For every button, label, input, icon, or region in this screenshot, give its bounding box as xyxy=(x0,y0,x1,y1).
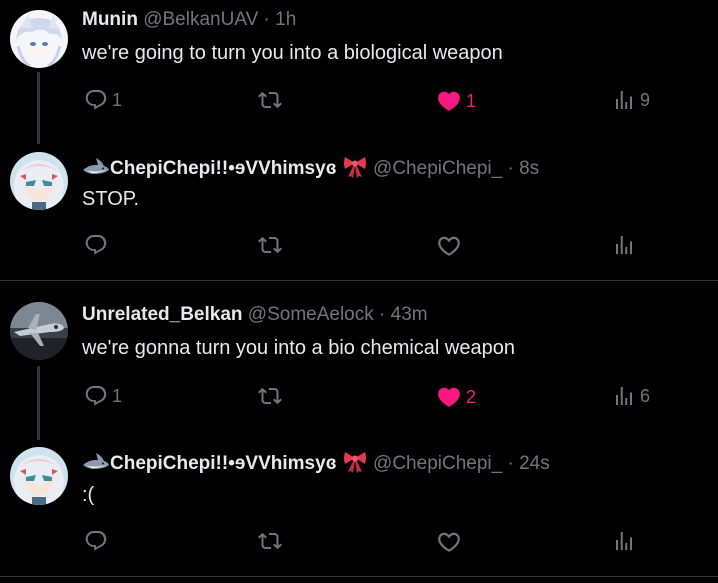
retweet-icon xyxy=(258,236,282,254)
timestamp[interactable]: 24s xyxy=(519,453,550,474)
views-icon xyxy=(616,236,632,254)
timestamp[interactable]: 43m xyxy=(391,304,428,325)
thread-line xyxy=(37,366,40,440)
like-count: 2 xyxy=(466,386,477,407)
reply-button[interactable]: 1 xyxy=(84,88,122,112)
reply-icon xyxy=(85,386,107,406)
avatar[interactable] xyxy=(10,10,68,68)
views-icon xyxy=(616,91,632,109)
avatar-image xyxy=(10,152,68,210)
reply-icon xyxy=(85,90,107,110)
like-count: 1 xyxy=(466,90,477,111)
like-button[interactable] xyxy=(436,233,462,259)
views-button[interactable]: 6 xyxy=(612,384,650,408)
shark-icon xyxy=(82,156,110,185)
avatar-image xyxy=(10,10,68,68)
avatar-image xyxy=(10,302,68,360)
reply-button[interactable] xyxy=(84,529,108,553)
tweet-text: we're gonna turn you into a bio chemical… xyxy=(82,337,515,359)
ribbon-icon xyxy=(342,449,368,480)
heart-filled-icon xyxy=(438,387,460,407)
ribbon-icon xyxy=(342,154,368,185)
reply-icon xyxy=(85,235,107,255)
user-handle[interactable]: @ChepiChepi_ xyxy=(373,158,502,179)
reply-count: 1 xyxy=(112,385,123,406)
display-name[interactable]: ChepiChepi!!•ɘVVhimsyɞ xyxy=(110,158,336,179)
avatar[interactable] xyxy=(10,152,68,210)
display-name[interactable]: Unrelated_Belkan xyxy=(82,304,243,325)
view-count: 6 xyxy=(640,385,651,406)
like-button[interactable]: 2 xyxy=(436,384,476,410)
heart-filled-icon xyxy=(438,91,460,111)
display-name[interactable]: ChepiChepi!!•ɘVVhimsyɞ xyxy=(110,453,336,474)
thread-divider xyxy=(0,280,718,281)
retweet-button[interactable] xyxy=(258,384,282,408)
user-handle[interactable]: @SomeAelock xyxy=(248,304,374,325)
reply-count: 1 xyxy=(112,89,123,110)
retweet-button[interactable] xyxy=(258,233,282,257)
timestamp[interactable]: 1h xyxy=(275,9,296,30)
tweet-text: we're going to turn you into a biologica… xyxy=(82,42,503,64)
user-handle[interactable]: @ChepiChepi_ xyxy=(373,453,502,474)
heart-outline-icon xyxy=(438,532,460,552)
display-name[interactable]: Munin xyxy=(82,9,138,30)
views-button[interactable] xyxy=(612,529,636,553)
avatar[interactable] xyxy=(10,447,68,505)
avatar[interactable] xyxy=(10,302,68,360)
separator: · xyxy=(507,453,514,474)
tweet-text: STOP. xyxy=(82,188,140,210)
retweet-icon xyxy=(258,387,282,405)
user-handle[interactable]: @BelkanUAV xyxy=(143,9,258,30)
timestamp[interactable]: 8s xyxy=(519,158,539,179)
retweet-icon xyxy=(258,532,282,550)
separator: · xyxy=(379,304,386,325)
reply-button[interactable] xyxy=(84,233,108,257)
tweet-header: ChepiChepi!!•ɘVVhimsyɞ @ChepiChepi_ · 24… xyxy=(82,449,550,480)
heart-outline-icon xyxy=(438,236,460,256)
separator: · xyxy=(263,9,270,30)
retweet-button[interactable] xyxy=(258,529,282,553)
views-button[interactable] xyxy=(612,233,636,257)
reply-button[interactable]: 1 xyxy=(84,384,122,408)
views-icon xyxy=(616,387,632,405)
separator: · xyxy=(507,158,514,179)
tweet-header: Munin @BelkanUAV · 1h xyxy=(82,8,296,32)
tweet-text: :( xyxy=(82,484,95,506)
views-icon xyxy=(616,532,632,550)
tweet-header: Unrelated_Belkan @SomeAelock · 43m xyxy=(82,303,428,327)
like-button[interactable] xyxy=(436,529,462,555)
shark-icon xyxy=(82,451,110,480)
like-button[interactable]: 1 xyxy=(436,88,476,114)
thread-divider xyxy=(0,576,718,577)
thread-line xyxy=(37,72,40,144)
retweet-button[interactable] xyxy=(258,88,282,112)
view-count: 9 xyxy=(640,89,651,110)
retweet-icon xyxy=(258,91,282,109)
tweet-header: ChepiChepi!!•ɘVVhimsyɞ @ChepiChepi_ · 8s xyxy=(82,154,539,185)
reply-icon xyxy=(85,531,107,551)
views-button[interactable]: 9 xyxy=(612,88,650,112)
avatar-image xyxy=(10,447,68,505)
